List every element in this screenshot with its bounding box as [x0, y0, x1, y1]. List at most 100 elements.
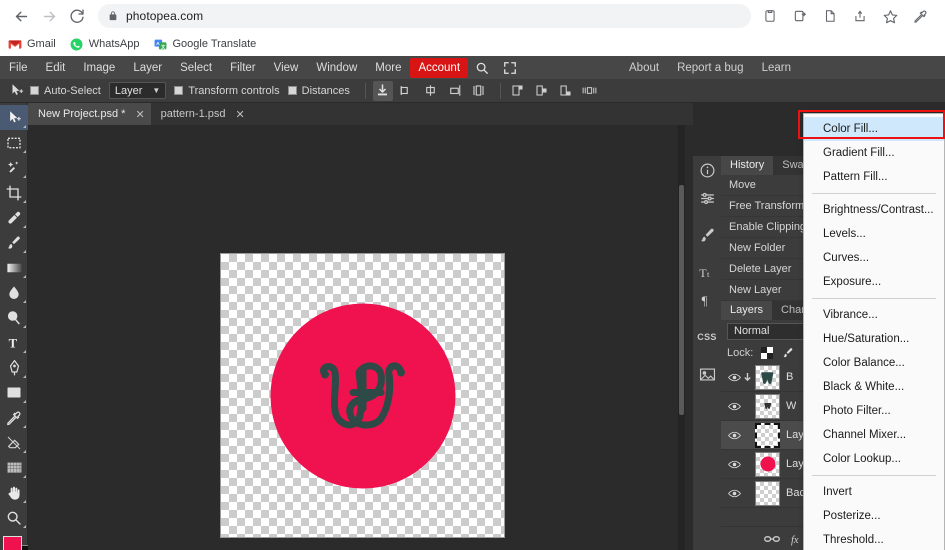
patch-tool[interactable] [0, 205, 28, 230]
auto-select-checkbox[interactable] [30, 86, 39, 95]
menu-option-brightness-contrast[interactable]: Brightness/Contrast... [804, 198, 944, 222]
distances-option[interactable]: Distances [287, 85, 350, 97]
layer-select-dropdown[interactable]: Layer ▼ [108, 82, 167, 99]
crop-tool[interactable] [0, 180, 28, 205]
menu-option-black-and-white[interactable]: Black & White... [804, 375, 944, 399]
menu-item-window[interactable]: Window [307, 57, 366, 79]
fullscreen-icon[interactable] [496, 58, 524, 78]
pen-tool[interactable] [0, 355, 28, 380]
distribute-vertical-icon[interactable] [556, 81, 576, 101]
gradient-tool[interactable] [0, 255, 28, 280]
menu-option-invert[interactable]: Invert [804, 480, 944, 504]
tab-history[interactable]: History [721, 156, 774, 175]
move-tool[interactable] [0, 105, 28, 130]
back-arrow-icon[interactable] [8, 3, 34, 29]
artboard[interactable] [220, 253, 505, 538]
close-icon[interactable]: ✕ [135, 108, 144, 121]
brush-settings-icon[interactable] [693, 221, 721, 249]
link-layers-icon[interactable] [759, 528, 785, 550]
info-icon[interactable] [693, 156, 721, 184]
menu-option-gradient-fill[interactable]: Gradient Fill... [804, 141, 944, 165]
adjustments-icon[interactable] [693, 184, 721, 212]
paragraph-icon[interactable]: ¶ [693, 286, 721, 314]
menu-option-vibrance[interactable]: Vibrance... [804, 303, 944, 327]
menu-option-color-balance[interactable]: Color Balance... [804, 351, 944, 375]
layer-visibility-icon[interactable] [726, 460, 742, 469]
menu-option-pattern-fill[interactable]: Pattern Fill... [804, 165, 944, 189]
lock-transparency-icon[interactable] [759, 345, 775, 361]
artboard-tool[interactable] [0, 455, 28, 480]
css-icon[interactable]: CSS [693, 323, 721, 351]
close-icon[interactable]: ✕ [235, 108, 244, 121]
layer-visibility-icon[interactable] [726, 431, 742, 440]
auto-select-option[interactable]: Auto-Select [30, 85, 101, 97]
menu-item-view[interactable]: View [265, 57, 308, 79]
share-icon[interactable] [847, 3, 873, 29]
foreground-color-swatch[interactable] [3, 536, 22, 550]
align-top-icon[interactable] [469, 81, 489, 101]
menu-option-channel-mixer[interactable]: Channel Mixer... [804, 423, 944, 447]
distribute-horizontal-icon[interactable] [445, 81, 465, 101]
menu-option-photo-filter[interactable]: Photo Filter... [804, 399, 944, 423]
align-middle-vertical-icon[interactable] [508, 81, 528, 101]
menu-item-image[interactable]: Image [74, 57, 124, 79]
blur-tool[interactable] [0, 280, 28, 305]
transform-controls-option[interactable]: Transform controls [174, 85, 280, 97]
distances-checkbox[interactable] [287, 86, 297, 95]
menu-option-color-fill[interactable]: Color Fill... [804, 117, 944, 141]
layer-thumbnail[interactable] [755, 422, 780, 448]
page-icon[interactable] [817, 3, 843, 29]
zoom-tool[interactable] [0, 505, 28, 530]
clipboard-icon[interactable] [757, 3, 783, 29]
bookmark-gmail[interactable]: Gmail [8, 37, 56, 51]
menu-item-account[interactable]: Account [410, 57, 469, 78]
menu-item-layer[interactable]: Layer [124, 57, 171, 79]
align-right-icon[interactable] [421, 81, 441, 101]
menu-option-curves[interactable]: Curves... [804, 246, 944, 270]
document-tab-new-project[interactable]: New Project.psd * ✕ [28, 103, 151, 125]
canvas-vertical-scrollbar[interactable] [678, 125, 685, 550]
transform-controls-checkbox[interactable] [174, 86, 184, 95]
bookmark-star-icon[interactable] [877, 3, 903, 29]
layer-thumbnail[interactable] [755, 393, 780, 419]
bookmark-whatsapp[interactable]: WhatsApp [70, 37, 139, 51]
eyedropper-extension-icon[interactable] [907, 3, 933, 29]
type-tool[interactable]: T [0, 330, 28, 355]
menu-option-hue-saturation[interactable]: Hue/Saturation... [804, 327, 944, 351]
forward-arrow-icon[interactable] [36, 3, 62, 29]
install-app-icon[interactable] [787, 3, 813, 29]
layer-thumbnail[interactable] [755, 451, 780, 477]
layer-thumbnail[interactable] [755, 480, 780, 506]
menu-option-exposure[interactable]: Exposure... [804, 270, 944, 294]
menu-item-file[interactable]: File [0, 57, 37, 79]
address-bar[interactable]: photopea.com [98, 4, 751, 28]
document-tab-pattern-1[interactable]: pattern-1.psd ✕ [150, 103, 251, 125]
eyedropper-tool[interactable] [0, 405, 28, 430]
menu-item-learn[interactable]: Learn [753, 58, 800, 78]
magic-wand-tool[interactable] [0, 155, 28, 180]
scrollbar-thumb[interactable] [679, 185, 684, 415]
menu-item-filter[interactable]: Filter [221, 57, 265, 79]
menu-item-about[interactable]: About [620, 58, 668, 78]
menu-item-report-a-bug[interactable]: Report a bug [668, 58, 753, 78]
dodge-tool[interactable] [0, 305, 28, 330]
move-tool-icon[interactable] [4, 80, 30, 102]
canvas-area[interactable] [28, 125, 685, 550]
distribute-spacing-icon[interactable] [580, 81, 600, 101]
align-bottom-icon[interactable] [532, 81, 552, 101]
menu-option-color-lookup[interactable]: Color Lookup... [804, 447, 944, 471]
reload-icon[interactable] [64, 3, 90, 29]
shape-tool[interactable] [0, 380, 28, 405]
color-swatches[interactable] [0, 534, 31, 550]
search-icon[interactable] [468, 58, 496, 78]
menu-item-select[interactable]: Select [171, 57, 221, 79]
rectangular-marquee-tool[interactable] [0, 130, 28, 155]
image-properties-icon[interactable] [693, 360, 721, 388]
layer-thumbnail[interactable] [755, 364, 780, 390]
tab-layers[interactable]: Layers [721, 301, 773, 320]
align-center-horizontal-icon[interactable] [397, 81, 417, 101]
character-icon[interactable]: Tt [693, 258, 721, 286]
menu-option-threshold[interactable]: Threshold... [804, 528, 944, 550]
layer-visibility-icon[interactable] [726, 402, 742, 411]
menu-item-edit[interactable]: Edit [37, 57, 75, 79]
